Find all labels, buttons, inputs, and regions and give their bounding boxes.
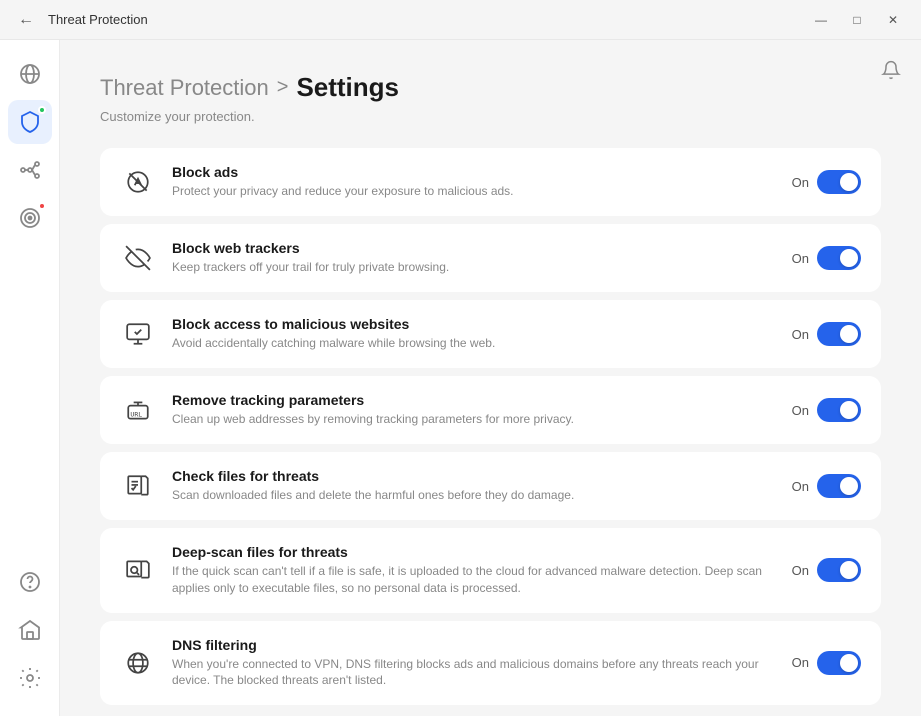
block-ads-status: On bbox=[792, 175, 809, 190]
sidebar-item-help[interactable] bbox=[8, 560, 52, 604]
ads-icon bbox=[125, 169, 151, 195]
setting-deep-scan: Deep-scan files for threats If the quick… bbox=[100, 528, 881, 613]
block-malicious-control: On bbox=[792, 322, 861, 346]
target-badge bbox=[38, 202, 46, 210]
check-files-status: On bbox=[792, 479, 809, 494]
titlebar: ← Threat Protection — □ ✕ bbox=[0, 0, 921, 40]
sidebar-item-home[interactable] bbox=[8, 608, 52, 652]
deep-scan-icon bbox=[120, 552, 156, 588]
block-trackers-text: Block web trackers Keep trackers off you… bbox=[172, 240, 776, 276]
sidebar-item-shield[interactable] bbox=[8, 100, 52, 144]
setting-block-trackers: Block web trackers Keep trackers off you… bbox=[100, 224, 881, 292]
app-body: Threat Protection > Settings Customize y… bbox=[0, 40, 921, 716]
main-content: Threat Protection > Settings Customize y… bbox=[60, 40, 921, 716]
tracking-params-icon: URL bbox=[120, 392, 156, 428]
tracking-params-control: On bbox=[792, 398, 861, 422]
setting-block-malicious: Block access to malicious websites Avoid… bbox=[100, 300, 881, 368]
gear-icon bbox=[18, 666, 42, 690]
block-trackers-status: On bbox=[792, 251, 809, 266]
dns-toggle[interactable] bbox=[817, 651, 861, 675]
dns-status: On bbox=[792, 655, 809, 670]
block-trackers-toggle[interactable] bbox=[817, 246, 861, 270]
target-icon bbox=[18, 206, 42, 230]
deep-scan-status: On bbox=[792, 563, 809, 578]
sidebar-item-globe[interactable] bbox=[8, 52, 52, 96]
shield-icon bbox=[18, 110, 42, 134]
setting-check-files: Check files for threats Scan downloaded … bbox=[100, 452, 881, 520]
setting-dns: DNS filtering When you're connected to V… bbox=[100, 621, 881, 706]
check-files-toggle[interactable] bbox=[817, 474, 861, 498]
deep-scan-title: Deep-scan files for threats bbox=[172, 544, 776, 560]
dns-desc: When you're connected to VPN, DNS filter… bbox=[172, 656, 776, 690]
check-files-control: On bbox=[792, 474, 861, 498]
setting-block-ads: Block ads Protect your privacy and reduc… bbox=[100, 148, 881, 216]
check-files-desc: Scan downloaded files and delete the har… bbox=[172, 487, 776, 504]
bell-icon bbox=[881, 60, 901, 80]
check-files-title: Check files for threats bbox=[172, 468, 776, 484]
block-malicious-toggle[interactable] bbox=[817, 322, 861, 346]
block-ads-toggle[interactable] bbox=[817, 170, 861, 194]
block-malicious-icon bbox=[120, 316, 156, 352]
shield-active-badge bbox=[38, 106, 46, 114]
block-trackers-control: On bbox=[792, 246, 861, 270]
url-icon: URL bbox=[125, 397, 151, 423]
file-scan-icon bbox=[125, 473, 151, 499]
breadcrumb: Threat Protection > Settings bbox=[100, 72, 881, 103]
deep-scan-control: On bbox=[792, 558, 861, 582]
tracking-params-desc: Clean up web addresses by removing track… bbox=[172, 411, 776, 428]
block-malicious-status: On bbox=[792, 327, 809, 342]
maximize-button[interactable]: □ bbox=[841, 6, 873, 34]
setting-tracking-params: URL Remove tracking parameters Clean up … bbox=[100, 376, 881, 444]
dns-text: DNS filtering When you're connected to V… bbox=[172, 637, 776, 690]
svg-text:URL: URL bbox=[130, 411, 142, 419]
dns-icon bbox=[120, 645, 156, 681]
check-files-icon bbox=[120, 468, 156, 504]
block-ads-title: Block ads bbox=[172, 164, 776, 180]
mesh-icon bbox=[18, 158, 42, 182]
deep-scan-text: Deep-scan files for threats If the quick… bbox=[172, 544, 776, 597]
globe-icon bbox=[18, 62, 42, 86]
page-subtitle: Customize your protection. bbox=[100, 109, 881, 124]
back-button[interactable]: ← bbox=[12, 6, 40, 34]
eye-off-icon bbox=[125, 245, 151, 271]
help-icon bbox=[18, 570, 42, 594]
window-controls: — □ ✕ bbox=[805, 6, 909, 34]
tracking-params-text: Remove tracking parameters Clean up web … bbox=[172, 392, 776, 428]
monitor-icon bbox=[125, 321, 151, 347]
deep-scan-toggle[interactable] bbox=[817, 558, 861, 582]
block-malicious-desc: Avoid accidentally catching malware whil… bbox=[172, 335, 776, 352]
block-ads-desc: Protect your privacy and reduce your exp… bbox=[172, 183, 776, 200]
close-button[interactable]: ✕ bbox=[877, 6, 909, 34]
dns-globe-icon bbox=[125, 650, 151, 676]
check-files-text: Check files for threats Scan downloaded … bbox=[172, 468, 776, 504]
deep-scan-icon-img bbox=[125, 557, 151, 583]
tracking-params-toggle[interactable] bbox=[817, 398, 861, 422]
block-ads-icon bbox=[120, 164, 156, 200]
sidebar-item-settings[interactable] bbox=[8, 656, 52, 700]
block-malicious-title: Block access to malicious websites bbox=[172, 316, 776, 332]
block-malicious-text: Block access to malicious websites Avoid… bbox=[172, 316, 776, 352]
minimize-button[interactable]: — bbox=[805, 6, 837, 34]
settings-list: Block ads Protect your privacy and reduc… bbox=[100, 148, 881, 705]
sidebar-item-mesh[interactable] bbox=[8, 148, 52, 192]
breadcrumb-separator: > bbox=[277, 76, 289, 99]
tracking-params-status: On bbox=[792, 403, 809, 418]
titlebar-title: Threat Protection bbox=[48, 12, 805, 27]
sidebar-item-target[interactable] bbox=[8, 196, 52, 240]
dns-title: DNS filtering bbox=[172, 637, 776, 653]
dns-control: On bbox=[792, 651, 861, 675]
block-ads-control: On bbox=[792, 170, 861, 194]
sidebar bbox=[0, 40, 60, 716]
tracking-params-title: Remove tracking parameters bbox=[172, 392, 776, 408]
home-icon bbox=[18, 618, 42, 642]
deep-scan-desc: If the quick scan can't tell if a file i… bbox=[172, 563, 776, 597]
bell-button[interactable] bbox=[881, 60, 901, 85]
page-title: Settings bbox=[296, 72, 399, 103]
block-ads-text: Block ads Protect your privacy and reduc… bbox=[172, 164, 776, 200]
block-trackers-title: Block web trackers bbox=[172, 240, 776, 256]
block-trackers-desc: Keep trackers off your trail for truly p… bbox=[172, 259, 776, 276]
breadcrumb-parent[interactable]: Threat Protection bbox=[100, 75, 269, 101]
block-trackers-icon bbox=[120, 240, 156, 276]
